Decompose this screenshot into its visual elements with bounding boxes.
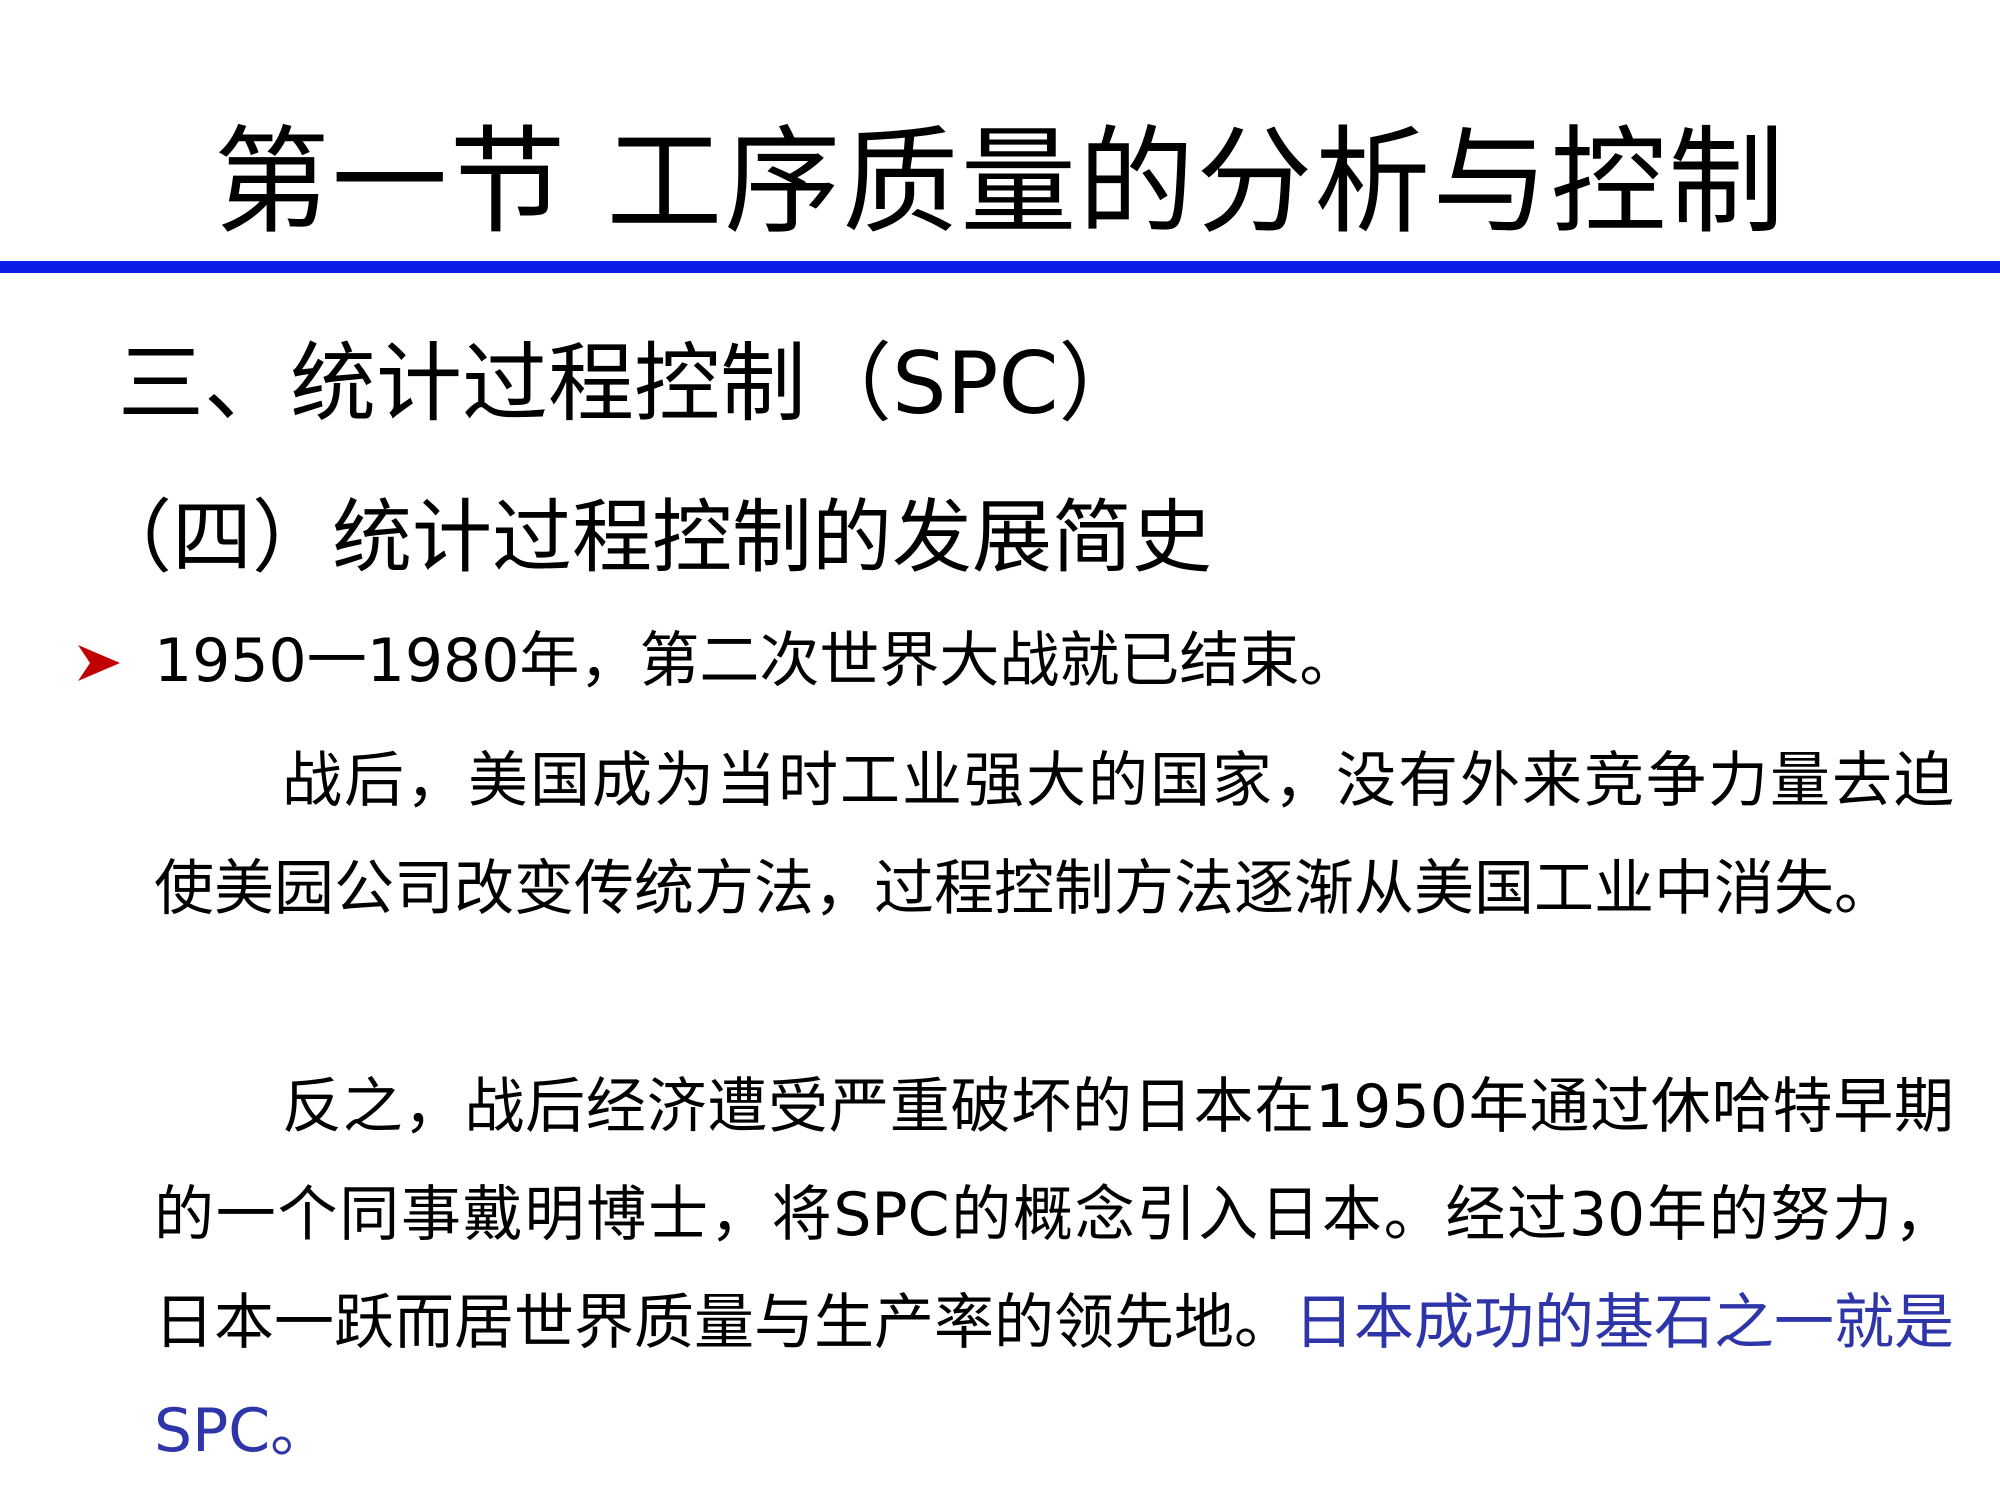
section-heading: 三、统计过程控制（SPC） [118,334,1145,434]
bullet-text: 1950一1980年，第二次世界大战就已结束。 [154,626,1360,696]
paragraph-japan: 反之，战后经济遭受严重破坏的日本在1950年通过休哈特早期的一个同事戴明博士，将… [154,1053,1954,1485]
paragraph-postwar-us: 战后，美国成为当时工业强大的国家，没有外来竞争力量去迫使美园公司改变传统方法，过… [154,727,1954,943]
paragraph-text: 战后，美国成为当时工业强大的国家，没有外来竞争力量去迫使美园公司改变传统方法，过… [154,746,1954,924]
slide-title: 第一节 工序质量的分析与控制 [213,115,1787,250]
subsection-heading: （四）统计过程控制的发展简史 [92,491,1212,584]
title-divider [0,261,2000,273]
arrow-bullet-icon [78,645,120,681]
